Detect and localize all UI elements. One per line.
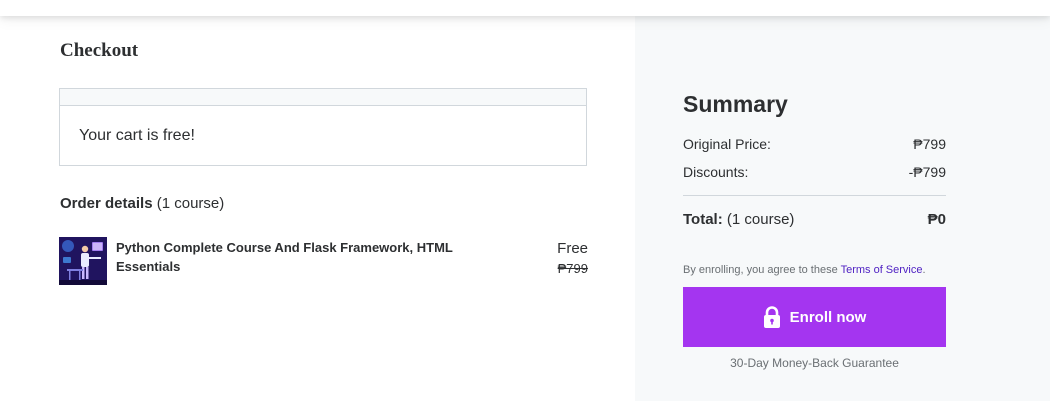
page-title: Checkout <box>60 40 139 61</box>
course-current-price: Free <box>557 240 588 257</box>
course-thumbnail-illustration[interactable] <box>59 237 107 285</box>
discounts-value: -₱799 <box>908 164 946 180</box>
terms-notice: By enrolling, you agree to these Terms o… <box>683 264 926 276</box>
course-title-link[interactable]: Python Complete Course And Flask Framewo… <box>116 238 496 276</box>
cart-free-message: Your cart is free! <box>79 127 195 144</box>
terms-of-service-link[interactable]: Terms of Service <box>841 264 923 276</box>
lock-icon <box>763 306 781 328</box>
enroll-now-label: Enroll now <box>789 308 867 326</box>
original-price-row: Original Price: ₱799 <box>683 136 946 152</box>
order-details-count: (1 course) <box>156 195 225 212</box>
discounts-row: Discounts: -₱799 <box>683 164 946 180</box>
cart-free-box: Your cart is free! <box>59 88 587 166</box>
original-price-value: ₱799 <box>913 136 946 152</box>
course-thumbnail-image <box>59 237 107 285</box>
total-value: ₱0 <box>927 211 946 228</box>
course-original-price: ₱799 <box>557 261 588 276</box>
cart-box-header <box>60 89 586 106</box>
discounts-label: Discounts: <box>683 164 749 180</box>
total-label: Total: <box>683 211 723 228</box>
order-details-heading: Order details (1 course) <box>60 195 224 212</box>
checkout-main: Checkout Your cart is free! Order detail… <box>0 0 635 401</box>
enroll-now-button[interactable]: Enroll now <box>683 287 946 347</box>
total-count: (1 course) <box>726 211 795 228</box>
header-bar <box>0 0 1050 16</box>
terms-suffix: . <box>922 264 926 276</box>
terms-prefix: By enrolling, you agree to these <box>683 264 841 276</box>
summary-title: Summary <box>683 91 788 117</box>
order-course-item[interactable]: Python Complete Course And Flask Framewo… <box>59 237 588 287</box>
original-price-label: Original Price: <box>683 136 771 152</box>
total-row: Total: (1 course) ₱0 <box>683 211 946 228</box>
summary-divider <box>683 195 946 196</box>
order-details-label: Order details <box>60 195 153 212</box>
money-back-guarantee: 30-Day Money-Back Guarantee <box>730 356 899 370</box>
checkout-page: Checkout Your cart is free! Order detail… <box>0 0 1050 401</box>
